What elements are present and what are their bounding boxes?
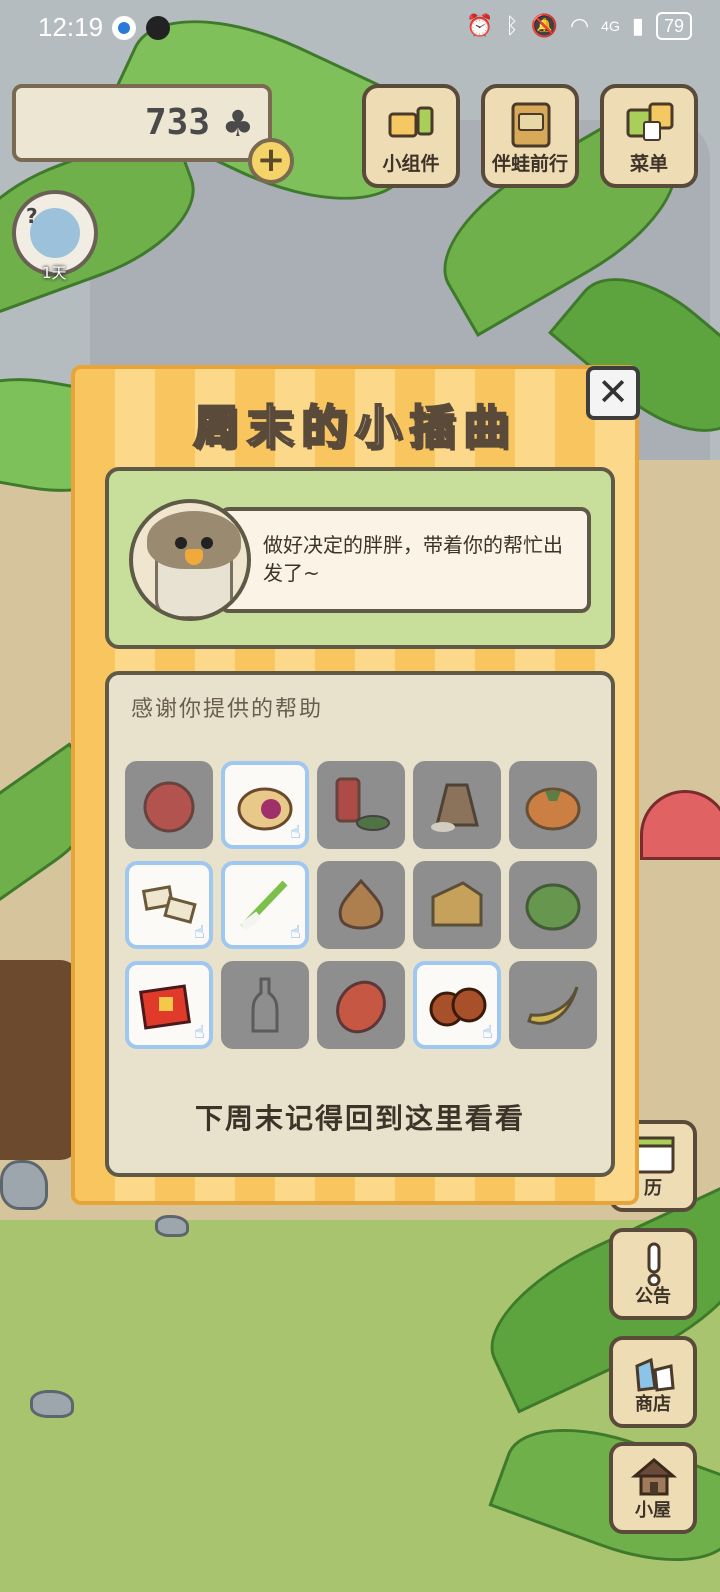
house-button[interactable]: 小屋 [609,1442,697,1534]
browser-notification-icon [112,16,136,40]
tap-hand-icon: ☝ [194,922,205,943]
tea-can-and-leaves-icon [335,777,390,831]
item-slot-cheese [413,861,501,949]
persimmon-icon [525,787,581,831]
stone [155,1215,189,1237]
item-slot-gift-box[interactable]: ☝ [125,961,213,1049]
sesame-candy-icon [141,885,197,924]
exclamation-icon [647,1242,661,1286]
bluetooth-icon: ᛒ [505,13,519,38]
widget-button-label: 小组件 [382,153,440,175]
journey-button[interactable]: 伴蛙前行 [481,84,579,188]
dialog-title: 周末的小插曲 [192,399,517,455]
shop-button[interactable]: 商店 [609,1336,697,1428]
items-panel: 感谢你提供的帮助 ☝ ☝ ☝ ☝ ☝ 下周末记得回到这里看看 [105,671,615,1177]
peach-icon [143,781,195,833]
menu-button-label: 菜单 [629,153,668,175]
owl-eye [201,537,213,549]
clover-count: 733 [144,102,210,143]
widget-button[interactable]: 小组件 [362,84,460,188]
menu-button[interactable]: 菜单 [600,84,698,188]
green-onion-icon [240,880,288,931]
add-clover-button[interactable]: + [248,138,294,184]
tap-hand-icon: ☝ [482,1022,493,1043]
item-slot-green-onion[interactable]: ☝ [221,861,309,949]
house-icon [631,1458,677,1496]
menu-cards-icon [626,102,674,141]
question-mark-icon: ? [26,204,38,228]
message-text: 做好决定的胖胖，带着你的帮忙出发了~ [263,533,563,585]
chestnuts-icon [429,987,487,1027]
frog-status-badge[interactable]: ? 1天 [12,190,98,282]
onion-icon [338,878,384,930]
mute-icon: 🔕 [530,13,558,38]
item-slot-mango [317,961,405,1049]
notice-button[interactable]: 公告 [609,1228,697,1320]
bottle-icon [251,977,279,1033]
mango-icon [336,980,386,1034]
status-time: 12:19 [38,12,104,42]
battery-indicator: 79 [655,12,692,40]
item-slot-banana [509,961,597,1049]
stone [30,1390,74,1418]
journey-button-label: 伴蛙前行 [491,153,568,175]
cheese-icon [431,881,483,927]
banana-icon [527,986,579,1025]
alarm-icon: ⏰ [465,13,494,38]
footer-note: 下周末记得回到这里看看 [194,1102,525,1135]
rice-sack-icon [431,783,479,832]
journey-book-icon [511,102,551,148]
status-bar: 12:19 ⏰ ᛒ 🔕 ◠ 4G ▮ 79 [0,0,720,56]
day-counter: 1天 [42,264,67,282]
tap-hand-icon: ☝ [290,922,301,943]
tap-hand-icon: ☝ [194,1022,205,1043]
stone [0,1160,48,1210]
item-slot-mooncake[interactable]: ☝ [221,761,309,849]
qq-notification-icon [146,16,170,40]
gift-box-icon [139,984,191,1030]
speech-bubble: 做好决定的胖胖，带着你的帮忙出发了~ [219,507,591,613]
shop-button-label: 商店 [635,1394,671,1415]
clover-icon: ♣ [221,104,254,145]
status-icons: ⏰ ᛒ 🔕 ◠ 4G ▮ 79 [466,12,692,40]
item-slot-cabbage [509,861,597,949]
close-dialog-button[interactable]: ✕ [586,366,640,420]
dirt-patch [0,960,80,1160]
cabbage-icon [525,883,581,931]
items-heading: 感谢你提供的帮助 [131,697,324,722]
weekend-episode-dialog: 周末的小插曲 做好决定的胖胖，带着你的帮忙出发了~ 感谢你提供的帮助 ☝ ☝ ☝ ☝ ☝… [71,365,639,1205]
item-slot-chestnuts[interactable]: ☝ [413,961,501,1049]
tap-hand-icon: ☝ [290,822,301,843]
item-slot-persimmon [509,761,597,849]
clover-counter: 733 ♣ [12,84,272,162]
item-grid: ☝ ☝ ☝ ☝ ☝ [125,761,597,1049]
house-button-label: 小屋 [635,1500,671,1521]
item-slot-peach [125,761,213,849]
item-slot-onion [317,861,405,949]
message-panel: 做好决定的胖胖，带着你的帮忙出发了~ [105,467,615,649]
item-slot-sesame-candy[interactable]: ☝ [125,861,213,949]
wifi-icon: ◠ [569,13,590,38]
item-slot-rice-sack [413,761,501,849]
item-slot-bottle [221,961,309,1049]
widget-icon [388,106,434,138]
mooncake-icon [237,787,293,831]
owl-eye [175,537,187,549]
item-slot-tea-can-and-leaves [317,761,405,849]
network-type: 4G [601,18,620,34]
owl-portrait [129,499,251,621]
shop-bags-icon [635,1357,675,1392]
signal-icon: ▮ [631,13,644,38]
notice-button-label: 公告 [635,1286,671,1307]
